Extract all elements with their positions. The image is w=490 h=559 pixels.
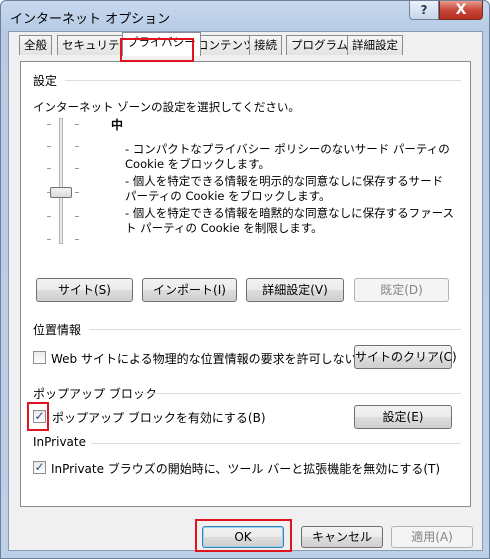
block-location-checkbox[interactable] bbox=[33, 351, 46, 364]
popup-settings-button[interactable]: 設定(E) bbox=[354, 405, 452, 429]
tab-programs[interactable]: プログラム bbox=[286, 35, 354, 55]
checkmark-icon: ✓ bbox=[34, 460, 45, 474]
slider-tick bbox=[75, 239, 79, 240]
settings-group-label: 設定 bbox=[33, 74, 58, 88]
privacy-description-line: - コンパクトなプライバシー ポリシーのないサード パーティの Cookie を… bbox=[125, 142, 450, 171]
tab-advanced[interactable]: 詳細設定 bbox=[347, 35, 403, 55]
block-location-label[interactable]: Web サイトによる物理的な位置情報の要求を許可しない(L) bbox=[51, 350, 373, 367]
popup-group-divider bbox=[138, 393, 461, 394]
apply-button[interactable]: 適用(A) bbox=[391, 526, 473, 548]
privacy-description-line: - 個人を特定できる情報を明示的な同意なしに保存するサード パーティの Cook… bbox=[125, 174, 444, 203]
internet-options-dialog: インターネット オプション ? X 全般 セキュリティ プライバシー コンテンツ… bbox=[0, 0, 490, 559]
inprivate-toolbar-checkbox[interactable]: ✓ bbox=[33, 461, 46, 474]
default-button[interactable]: 既定(D) bbox=[354, 278, 449, 302]
privacy-level-slider-track[interactable] bbox=[59, 118, 63, 244]
inprivate-toolbar-label[interactable]: InPrivate ブラウズの開始時に、ツール バーと拡張機能を無効にする(T) bbox=[51, 460, 440, 477]
tab-privacy[interactable]: プライバシー bbox=[122, 32, 201, 56]
slider-tick bbox=[75, 168, 79, 169]
slider-tick bbox=[47, 124, 51, 125]
slider-tick bbox=[75, 146, 79, 147]
help-icon: ? bbox=[420, 3, 428, 17]
advanced-settings-button[interactable]: 詳細設定(V) bbox=[246, 278, 344, 302]
clear-sites-button[interactable]: サイトのクリア(C) bbox=[354, 345, 457, 369]
slider-tick bbox=[47, 239, 51, 240]
checkmark-icon: ✓ bbox=[34, 409, 45, 423]
inprivate-group-divider bbox=[91, 443, 461, 444]
sites-button[interactable]: サイト(S) bbox=[36, 278, 133, 302]
slider-tick bbox=[47, 146, 51, 147]
popup-blocker-checkbox[interactable]: ✓ bbox=[33, 410, 46, 423]
cancel-button[interactable]: キャンセル bbox=[301, 526, 383, 548]
help-button[interactable]: ? bbox=[409, 1, 439, 20]
location-group-label: 位置情報 bbox=[33, 323, 82, 337]
close-icon: X bbox=[455, 2, 467, 18]
slider-tick bbox=[75, 216, 79, 217]
inprivate-group-label: InPrivate bbox=[33, 435, 86, 449]
slider-tick bbox=[47, 216, 51, 217]
tab-connections[interactable]: 接続 bbox=[249, 35, 282, 55]
close-button[interactable]: X bbox=[439, 1, 483, 20]
title-bar[interactable]: インターネット オプション ? X bbox=[1, 1, 489, 31]
slider-tick bbox=[75, 192, 79, 193]
popup-blocker-label[interactable]: ポップアップ ブロックを有効にする(B) bbox=[52, 409, 266, 426]
dialog-client-area: 全般 セキュリティ プライバシー コンテンツ 接続 プログラム 詳細設定 設定 … bbox=[8, 31, 483, 552]
privacy-tab-panel: 設定 インターネット ゾーンの設定を選択してください。 中 - コンパクトなプラ… bbox=[20, 61, 471, 507]
zone-instruction: インターネット ゾーンの設定を選択してください。 bbox=[33, 100, 300, 114]
location-group-divider bbox=[89, 329, 461, 330]
tab-general[interactable]: 全般 bbox=[19, 35, 52, 55]
privacy-description-line: - 個人を特定できる情報を暗黙的な同意なしに保存するファースト パーティの Co… bbox=[125, 206, 454, 235]
slider-tick bbox=[47, 168, 51, 169]
privacy-level-label: 中 bbox=[111, 118, 124, 132]
slider-tick bbox=[75, 124, 79, 125]
privacy-level-slider-thumb[interactable] bbox=[50, 187, 72, 198]
ok-button[interactable]: OK bbox=[202, 526, 284, 548]
window-title: インターネット オプション bbox=[10, 12, 171, 27]
settings-group-divider bbox=[65, 80, 461, 81]
import-button[interactable]: インポート(I) bbox=[142, 278, 237, 302]
